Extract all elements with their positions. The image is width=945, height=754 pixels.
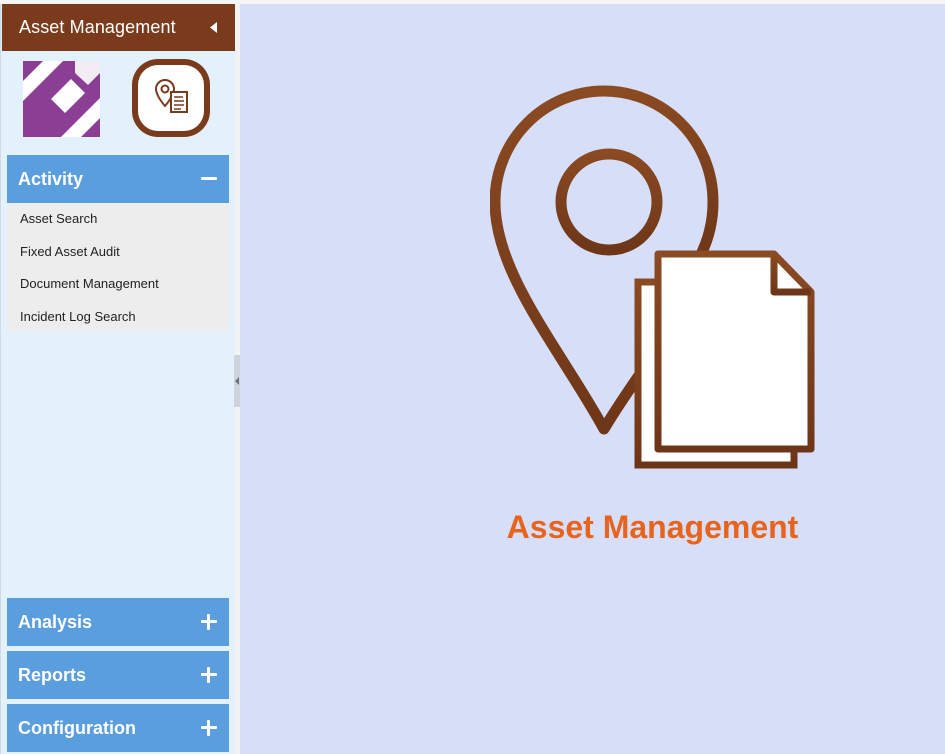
company-logo[interactable] bbox=[23, 61, 100, 137]
plus-icon[interactable] bbox=[200, 613, 218, 631]
minus-icon[interactable] bbox=[200, 170, 218, 188]
location-pin-document-icon bbox=[490, 85, 815, 469]
menu-item-asset-search[interactable]: Asset Search bbox=[7, 203, 229, 236]
page-title: Asset Management bbox=[506, 509, 799, 545]
section-analysis-header[interactable]: Analysis bbox=[7, 598, 229, 646]
triangle-left-icon bbox=[210, 22, 217, 33]
section-reports-header[interactable]: Reports bbox=[7, 651, 229, 699]
collapse-sidebar-button[interactable] bbox=[207, 21, 221, 35]
plus-icon[interactable] bbox=[200, 719, 218, 737]
menu-item-document-management[interactable]: Document Management bbox=[7, 268, 229, 301]
chevron-left-icon bbox=[234, 377, 239, 385]
main-content: Asset Management bbox=[240, 4, 945, 754]
sidebar-title: Asset Management bbox=[19, 17, 176, 37]
app-window: Asset Management Activity Asset Search F… bbox=[0, 0, 945, 754]
logo-row bbox=[1, 58, 234, 142]
plus-icon[interactable] bbox=[200, 666, 218, 684]
section-activity-label: Activity bbox=[18, 168, 84, 189]
sidebar-header: Asset Management bbox=[2, 4, 235, 51]
section-reports-label: Reports bbox=[18, 664, 87, 685]
section-activity-header[interactable]: Activity bbox=[7, 155, 229, 203]
menu-item-fixed-asset-audit[interactable]: Fixed Asset Audit bbox=[7, 236, 229, 269]
menu-item-incident-log-search[interactable]: Incident Log Search bbox=[7, 301, 229, 334]
asset-app-logo[interactable] bbox=[131, 58, 211, 138]
activity-menu: Asset Search Fixed Asset Audit Document … bbox=[7, 203, 229, 331]
section-analysis-label: Analysis bbox=[18, 611, 93, 632]
section-configuration-label: Configuration bbox=[18, 717, 136, 738]
section-configuration-header[interactable]: Configuration bbox=[7, 704, 229, 752]
sidebar: Asset Management Activity Asset Search F… bbox=[0, 4, 235, 754]
